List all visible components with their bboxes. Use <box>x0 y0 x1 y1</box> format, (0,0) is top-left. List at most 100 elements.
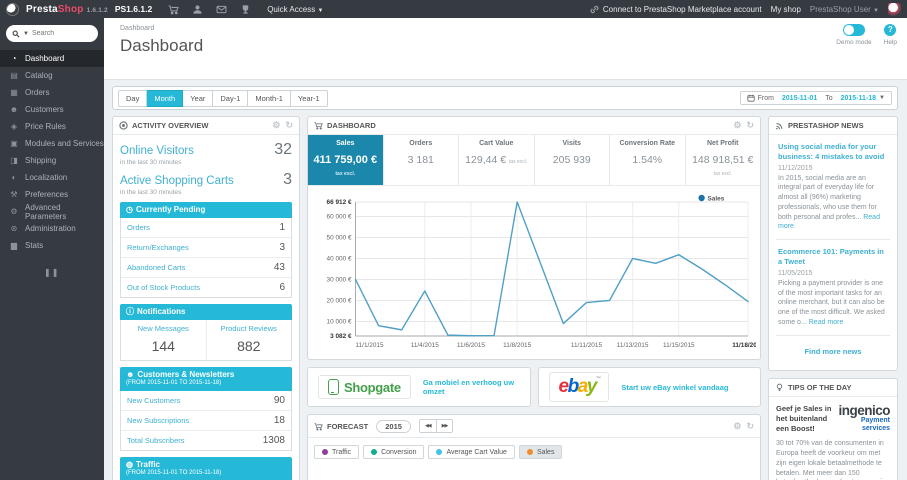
online-visitors-link[interactable]: Online Visitors <box>120 145 194 157</box>
svg-text:40 000 €: 40 000 € <box>327 255 352 262</box>
rss-icon <box>775 121 784 130</box>
sidebar-item-stats[interactable]: ▆ Stats <box>0 237 104 254</box>
person-icon: ☻ <box>126 370 135 379</box>
forecast-title: FORECAST <box>327 421 369 431</box>
sidebar-item-label: Modules and Services <box>25 139 104 148</box>
product-reviews-cell[interactable]: Product Reviews 882 <box>205 320 292 360</box>
dashboard-panel: DASHBOARD ⚙ ↻ Sales 411 759,00 € tax excl.… <box>307 116 764 360</box>
kpi-conversion-rate[interactable]: Conversion Rate 1.54% <box>610 135 686 185</box>
previous-year-button[interactable]: ◀◀ <box>418 419 436 433</box>
forecast-legend-sales[interactable]: Sales <box>518 445 563 459</box>
refresh-icon[interactable]: ↻ <box>746 421 754 431</box>
date-range-picker[interactable]: From 2015-11-01 To 2015-11-18 ▼ <box>739 91 892 105</box>
next-year-button[interactable]: ▶▶ <box>435 419 454 433</box>
activity-title: ACTIVITY OVERVIEW <box>132 121 209 130</box>
user-avatar[interactable] <box>888 2 901 16</box>
out-of-stock-row[interactable]: Out of Stock Products 6 <box>121 278 291 297</box>
chevron-down-icon: ▼ <box>879 95 885 101</box>
forecast-panel: FORECAST 2015 ◀◀ ▶▶ ⚙ ↻ Traffic Conversion… <box>307 414 761 480</box>
demo-mode-toggle[interactable] <box>842 24 865 36</box>
forecast-year[interactable]: 2015 <box>376 419 411 433</box>
active-carts-link[interactable]: Active Shopping Carts <box>120 175 234 187</box>
envelope-icon[interactable] <box>216 4 227 15</box>
abandoned-carts-row[interactable]: Abandoned Carts 43 <box>121 258 291 278</box>
breadcrumb[interactable]: Dashboard <box>120 25 154 32</box>
news-article: Using social media for your business: 4 … <box>776 142 890 232</box>
svg-text:11/4/2015: 11/4/2015 <box>411 342 439 349</box>
person-icon[interactable] <box>192 4 203 15</box>
kpi-cart-value[interactable]: Cart Value 129,44 € tax excl. <box>459 135 535 185</box>
search-input[interactable] <box>31 30 84 37</box>
date-to: 2015-11-18 <box>840 94 877 102</box>
currently-pending-header: ◷ Currently Pending <box>120 202 292 218</box>
shopgate-logo: Shopgate <box>318 375 411 399</box>
marketplace-link[interactable]: Connect to PrestaShop Marketplace accoun… <box>589 4 762 15</box>
user-menu[interactable]: PrestaShop User ▼ <box>810 5 879 14</box>
news-article-title[interactable]: Ecommerce 101: Payments in a Tweet <box>778 247 888 267</box>
cart-icon <box>314 422 323 431</box>
total-subscribers-row[interactable]: Total Subscribers 1308 <box>121 431 291 450</box>
news-article-title[interactable]: Using social media for your business: 4 … <box>778 142 888 162</box>
new-subscriptions-row[interactable]: New Subscriptions 18 <box>121 411 291 431</box>
new-customers-row[interactable]: New Customers 90 <box>121 391 291 411</box>
sidebar-item-advanced-parameters[interactable]: ⚙ Advanced Parameters <box>0 203 104 221</box>
collapse-menu-icon[interactable]: ❚❚ <box>44 268 104 277</box>
sales-chart[interactable]: 66 912 € 60 000 € 50 000 € 40 000 € 30 000 €… <box>308 186 764 359</box>
range-day-button[interactable]: Day <box>118 89 148 107</box>
lightbulb-icon <box>775 383 784 392</box>
range-month-1-button[interactable]: Month-1 <box>248 89 291 107</box>
sidebar-item-label: Catalog <box>25 71 53 80</box>
cart-icon[interactable] <box>168 4 179 15</box>
online-visitors-sub: in the last 30 minutes <box>120 159 182 166</box>
sidebar-item-orders[interactable]: ▦ Orders <box>0 84 104 101</box>
sidebar-item-preferences[interactable]: ⚒ Preferences <box>0 186 104 203</box>
refresh-icon[interactable]: ↻ <box>285 121 293 130</box>
my-shop-link[interactable]: My shop <box>771 5 801 14</box>
refresh-icon[interactable]: ↻ <box>746 121 754 130</box>
forecast-legend-traffic[interactable]: Traffic <box>314 445 360 459</box>
help-icon[interactable]: ? <box>884 24 897 36</box>
sidebar-item-catalog[interactable]: ▤ Catalog <box>0 67 104 84</box>
sidebar-item-customers[interactable]: ☻ Customers <box>0 101 104 118</box>
pending-orders-row[interactable]: Orders 1 <box>121 218 291 238</box>
sidebar-item-label: Shipping <box>25 156 57 165</box>
range-year-1-button[interactable]: Year-1 <box>290 89 328 107</box>
quick-access-menu[interactable]: Quick Access ▼ <box>267 5 323 14</box>
sidebar-item-localization[interactable]: ◐ Localization <box>0 169 104 186</box>
kpi-sales[interactable]: Sales 411 759,00 € tax excl. <box>308 135 384 185</box>
forecast-legend-conversion[interactable]: Conversion <box>363 445 425 459</box>
prestashop-logo[interactable] <box>6 2 19 16</box>
kpi-visits[interactable]: Visits 205 939 <box>535 135 610 185</box>
dashboard-icon: ◔ <box>11 54 17 63</box>
trophy-icon[interactable] <box>240 4 251 15</box>
range-day-1-button[interactable]: Day-1 <box>213 89 249 107</box>
sidebar-item-dashboard[interactable]: ◔ Dashboard <box>0 50 104 67</box>
find-more-news-link[interactable]: Find more news <box>776 343 890 363</box>
sidebar-item-label: Orders <box>25 88 50 97</box>
svg-text:Sales: Sales <box>708 195 725 202</box>
range-year-button[interactable]: Year <box>183 89 214 107</box>
gear-icon[interactable]: ⚙ <box>733 421 741 431</box>
traffic-header: ◍ Traffic (FROM 2015-11-01 TO 2015-11-18) <box>120 456 292 480</box>
svg-text:20 000 €: 20 000 € <box>327 297 352 304</box>
sidebar-item-administration[interactable]: ⊛ Administration <box>0 220 104 237</box>
shopgate-link[interactable]: Ga mobiel en verhoog uw omzet <box>423 378 520 396</box>
range-month-button[interactable]: Month <box>147 89 184 107</box>
read-more-link[interactable]: Read more <box>809 319 844 326</box>
gear-icon[interactable]: ⚙ <box>272 121 280 130</box>
sidebar-item-price-rules[interactable]: ◈ Price Rules <box>0 118 104 135</box>
customers-newsletters-header: ☻ Customers & Newsletters (FROM 2015-11-01… <box>120 367 292 391</box>
sidebar-item-modules[interactable]: ▣ Modules and Services <box>0 135 104 152</box>
sidebar-item-shipping[interactable]: ◨ Shipping <box>0 152 104 169</box>
kpi-orders[interactable]: Orders 3 181 <box>384 135 459 185</box>
search-scope-caret[interactable]: ▼ <box>23 31 29 37</box>
ebay-link[interactable]: Start uw eBay winkel vandaag <box>621 383 728 392</box>
kpi-net-profit[interactable]: Net Profit 148 918,51 € tax excl. <box>686 135 761 185</box>
pending-returns-row[interactable]: Return/Exchanges 3 <box>121 238 291 258</box>
orders-icon: ▦ <box>10 88 18 97</box>
demo-mode-control: Demo mode <box>836 24 872 46</box>
new-messages-cell[interactable]: New Messages 144 <box>121 320 206 360</box>
gear-icon[interactable]: ⚙ <box>733 121 741 130</box>
sidebar-search[interactable]: ▼ <box>6 25 98 42</box>
forecast-legend-average-cart-value[interactable]: Average Cart Value <box>428 445 515 459</box>
